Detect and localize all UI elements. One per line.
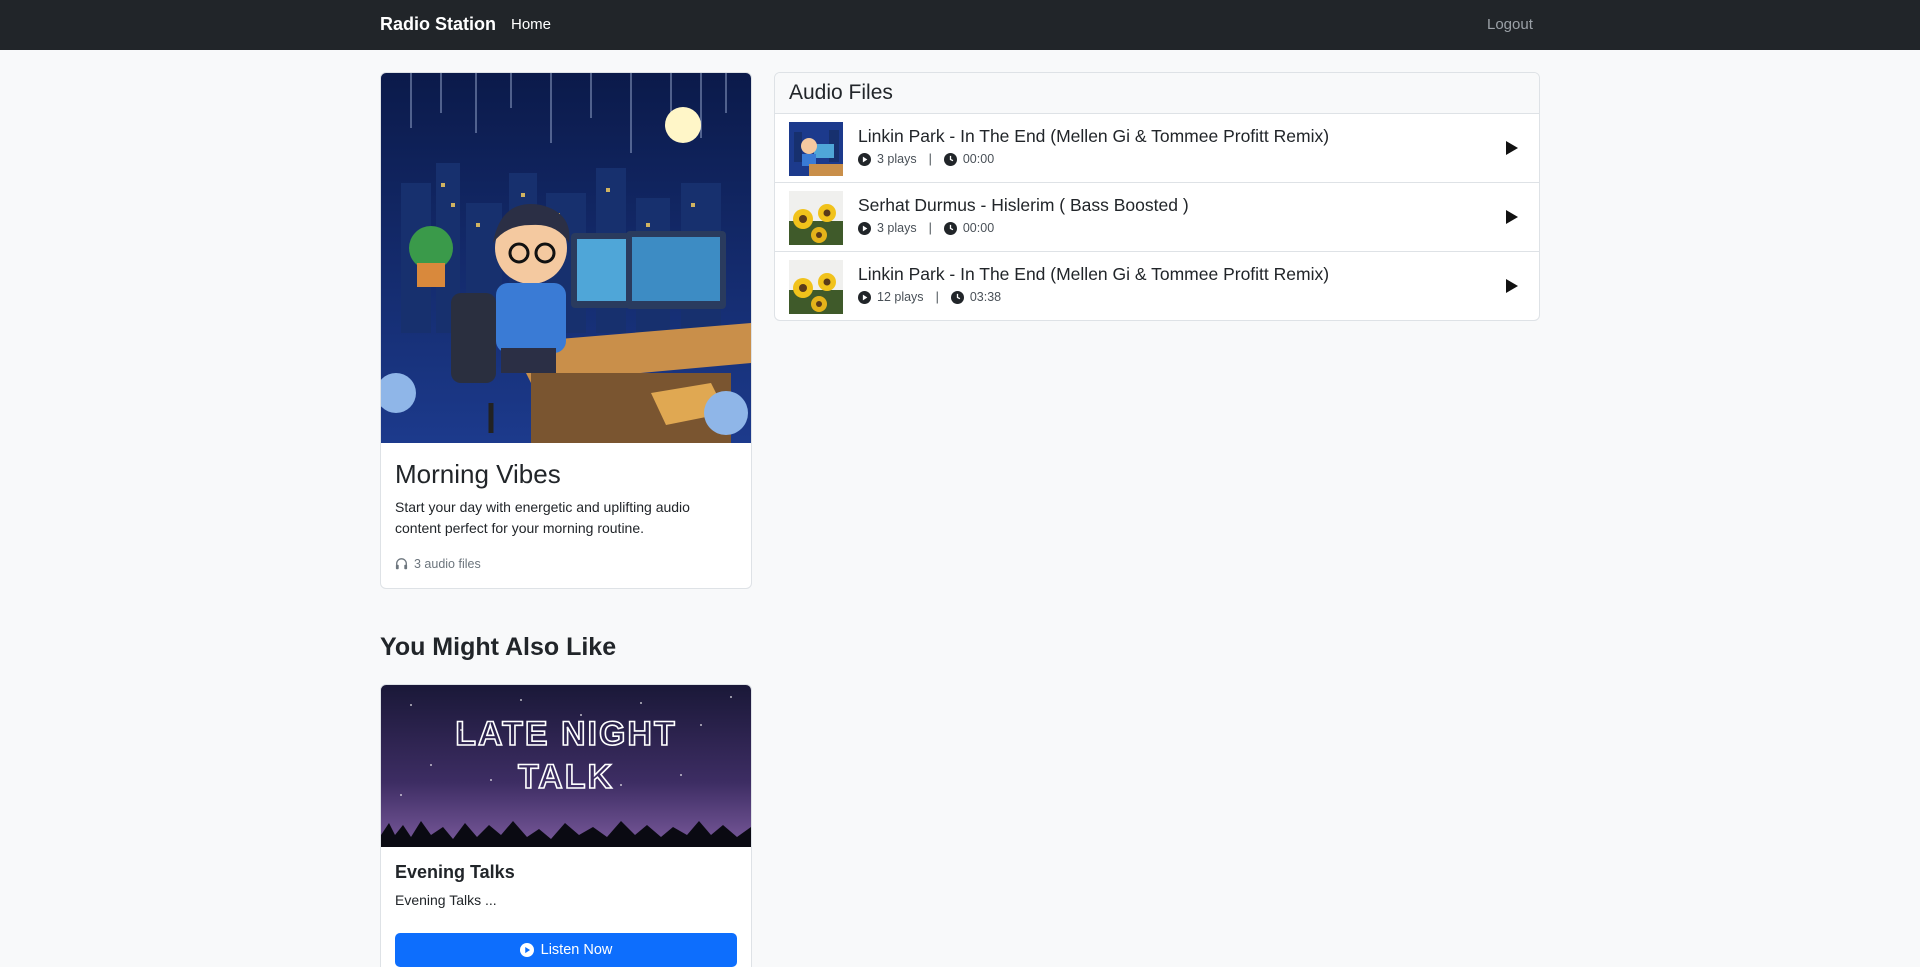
recommendation-title: Evening Talks — [395, 862, 515, 882]
brand-link[interactable]: Radio Station — [380, 14, 496, 35]
track-meta: 3 plays | 00:00 — [858, 221, 994, 235]
track-duration: 00:00 — [962, 221, 995, 235]
track-thumbnail — [789, 191, 843, 245]
track-row[interactable]: Linkin Park - In The End (Mellen Gi & To… — [775, 252, 1539, 320]
play-icon[interactable] — [1505, 209, 1519, 225]
clock-icon — [943, 152, 957, 166]
station-title: Morning Vibes — [395, 459, 561, 489]
recommendation-card[interactable]: LATE NIGHT TALK Evening Talks Evening Ta… — [380, 684, 752, 967]
clock-icon — [943, 221, 957, 235]
track-duration: 03:38 — [969, 290, 1002, 304]
station-cover-image — [381, 73, 751, 443]
audio-count-text: 3 audio files — [414, 557, 481, 571]
audio-files-header: Audio Files — [775, 73, 1539, 114]
nav-home-link[interactable]: Home — [511, 16, 551, 33]
station-description: Start your day with energetic and uplift… — [395, 499, 690, 536]
play-circle-icon — [519, 943, 534, 957]
track-row[interactable]: Serhat Durmus - Hislerim ( Bass Boosted … — [775, 183, 1539, 252]
top-navbar: Radio Station Home Logout — [0, 0, 1920, 50]
track-meta: 12 plays | 03:38 — [858, 290, 1001, 304]
track-duration: 00:00 — [962, 152, 995, 166]
meta-separator: | — [928, 152, 932, 166]
play-circle-icon — [858, 152, 871, 166]
banner-line-2: TALK — [518, 758, 614, 796]
play-icon[interactable] — [1505, 278, 1519, 294]
track-plays: 3 plays — [877, 152, 917, 166]
play-icon[interactable] — [1505, 140, 1519, 156]
track-plays: 3 plays — [877, 221, 917, 235]
nav-logout-link[interactable]: Logout — [1487, 16, 1533, 33]
clock-icon — [950, 290, 964, 304]
meta-separator: | — [928, 221, 932, 235]
track-thumbnail — [789, 122, 843, 176]
track-title: Linkin Park - In The End (Mellen Gi & To… — [858, 264, 1330, 284]
track-thumbnail — [789, 260, 843, 314]
track-plays: 12 plays — [877, 290, 924, 304]
audio-files-card: Audio Files Linkin Park - In The End (Me… — [774, 72, 1540, 321]
listen-now-label: Listen Now — [540, 942, 613, 958]
recommendation-description: Evening Talks ... — [395, 892, 497, 908]
audio-files-title: Audio Files — [789, 81, 893, 104]
track-row[interactable]: Linkin Park - In The End (Mellen Gi & To… — [775, 114, 1539, 183]
listen-now-button[interactable]: Listen Now — [395, 933, 737, 967]
play-circle-icon — [858, 221, 871, 235]
recommendations-heading: You Might Also Like — [380, 633, 617, 661]
track-meta: 3 plays | 00:00 — [858, 152, 994, 166]
station-audio-count: 3 audio files — [395, 557, 481, 571]
play-circle-icon — [858, 290, 871, 304]
track-title: Linkin Park - In The End (Mellen Gi & To… — [858, 126, 1330, 146]
station-card: Morning Vibes Start your day with energe… — [380, 72, 752, 589]
meta-separator: | — [935, 290, 939, 304]
track-title: Serhat Durmus - Hislerim ( Bass Boosted … — [858, 195, 1189, 215]
banner-line-1: LATE NIGHT — [455, 715, 676, 753]
headphones-icon — [395, 558, 408, 570]
late-night-talk-banner: LATE NIGHT TALK — [381, 685, 751, 847]
